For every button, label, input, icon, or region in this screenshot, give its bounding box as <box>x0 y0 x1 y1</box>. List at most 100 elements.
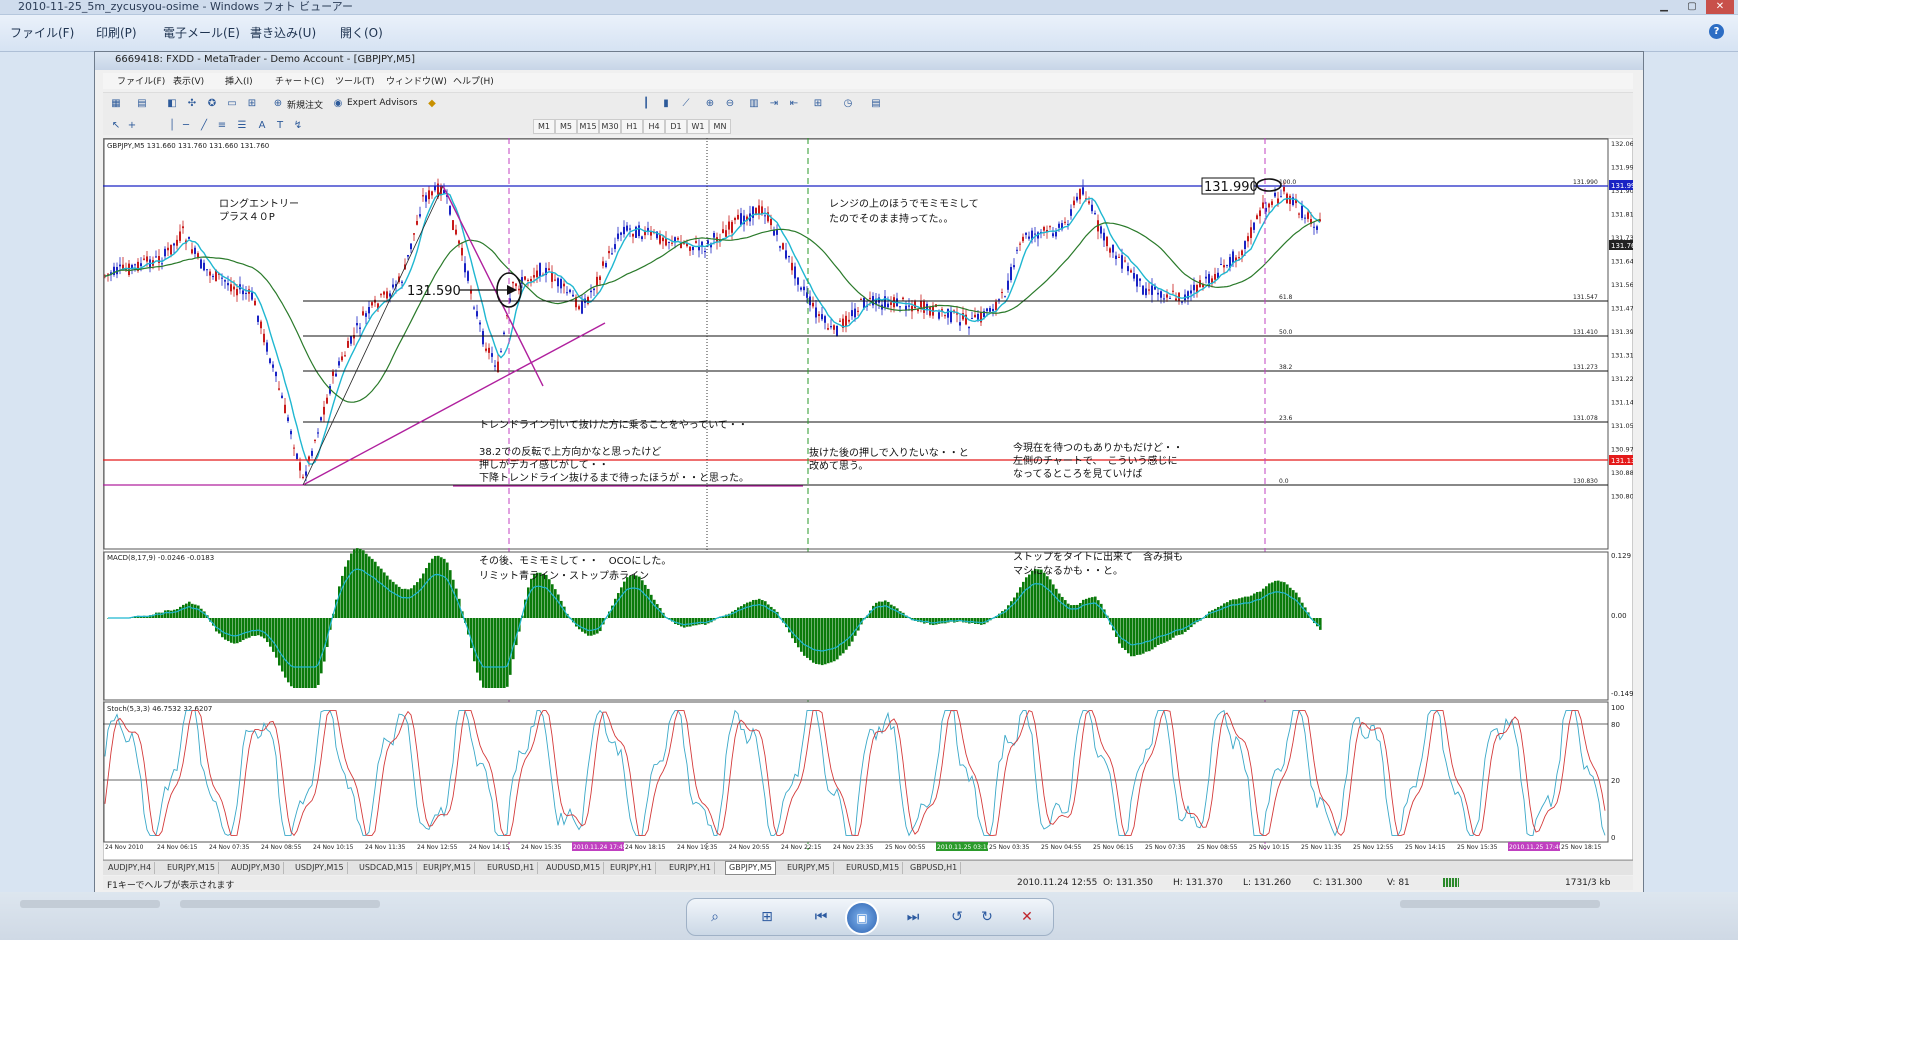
chart-tab-1[interactable]: EURJPY,M15 <box>164 862 219 874</box>
auto-scroll-icon[interactable]: ⇥ <box>767 97 781 110</box>
macd-bar <box>1280 581 1283 618</box>
chart-tab-11[interactable]: EURJPY,M5 <box>784 862 834 874</box>
help-icon[interactable]: ? <box>1709 24 1724 39</box>
next-icon[interactable]: ⏭ <box>903 909 923 925</box>
mt4-menu-view[interactable]: 表示(V) <box>173 74 204 87</box>
tf-m30[interactable]: M30 <box>599 119 621 134</box>
zoom-out-icon[interactable]: ⊖ <box>723 97 737 110</box>
fibonacci-icon[interactable]: ☰ <box>235 119 249 132</box>
text-label-icon[interactable]: T <box>273 119 287 132</box>
tf-w1[interactable]: W1 <box>687 119 709 134</box>
candle-chart-icon[interactable]: ▮ <box>659 97 673 110</box>
crosshair-icon[interactable]: + <box>125 119 139 132</box>
chart-tab-4[interactable]: USDCAD,M15 <box>356 862 417 874</box>
chart-tab-6[interactable]: EURUSD,H1 <box>484 862 539 874</box>
bar-chart-icon[interactable]: ┃ <box>639 97 653 110</box>
fit-window-icon[interactable]: ⊞ <box>757 909 777 925</box>
data-window-icon[interactable]: ✣ <box>185 97 199 110</box>
chart-tab-10[interactable]: GBPJPY,M5 <box>725 861 776 875</box>
rotate-left-icon[interactable]: ↺ <box>947 909 967 925</box>
delete-icon[interactable]: ✕ <box>1017 909 1037 925</box>
price-chart[interactable]: GBPJPY,M5 131.660 131.760 131.660 131.76… <box>103 138 1633 860</box>
profiles-icon[interactable]: ▤ <box>135 97 149 110</box>
macd-bar <box>1286 584 1289 618</box>
line-chart-icon[interactable]: ⟋ <box>679 97 693 110</box>
tf-d1[interactable]: D1 <box>665 119 687 134</box>
time-tick: 24 Nov 10:15 <box>313 844 354 851</box>
macd-bar <box>854 618 857 636</box>
templates-icon[interactable]: ▤ <box>869 97 883 110</box>
tf-m15[interactable]: M15 <box>577 119 599 134</box>
mt4-menu-file[interactable]: ファイル(F) <box>117 74 165 87</box>
chart-tab-3[interactable]: USDJPY,M15 <box>292 862 348 874</box>
candle-body <box>464 263 466 273</box>
mt4-menu-help[interactable]: ヘルプ(H) <box>453 74 494 87</box>
candle-body <box>1160 291 1162 298</box>
chart-tab-0[interactable]: AUDJPY,H4 <box>105 862 156 874</box>
chart-tab-7[interactable]: AUDUSD,M15 <box>543 862 605 874</box>
macd-bar <box>494 618 497 688</box>
horizontal-line-icon[interactable]: ─ <box>179 119 193 132</box>
terminal-icon[interactable]: ▭ <box>225 97 239 110</box>
expert-advisors-button[interactable]: Expert Advisors <box>347 98 417 108</box>
warning-icon[interactable]: ◆ <box>425 97 439 110</box>
chart-tab-12[interactable]: EURUSD,M15 <box>843 862 904 874</box>
mt4-menu-tools[interactable]: ツール(T) <box>335 74 375 87</box>
tester-icon[interactable]: ⊞ <box>245 97 259 110</box>
new-chart-icon[interactable]: ▦ <box>109 97 123 110</box>
chart-tab-13[interactable]: GBPUSD,H1 <box>907 862 962 874</box>
rotate-right-icon[interactable]: ↻ <box>977 909 997 925</box>
slideshow-icon[interactable]: ▣ <box>845 901 879 935</box>
chart-tab-9[interactable]: EURJPY,H1 <box>666 862 716 874</box>
macd-bar <box>188 601 191 618</box>
new-order-button[interactable]: 新規注文 <box>287 98 323 111</box>
minimize-icon[interactable]: ▁ <box>1650 0 1678 14</box>
chart-tab-8[interactable]: EURJPY,H1 <box>607 862 657 874</box>
tf-m1[interactable]: M1 <box>533 119 555 134</box>
candle-body <box>737 214 739 220</box>
text-icon[interactable]: A <box>255 119 269 132</box>
close-icon[interactable]: ✕ <box>1706 0 1734 14</box>
cursor-icon[interactable]: ↖ <box>109 119 123 132</box>
viewer-menu-file[interactable]: ファイル(F) <box>10 25 74 41</box>
mt4-menu-chart[interactable]: チャート(C) <box>275 74 324 87</box>
candle-body <box>146 256 148 262</box>
new-order-icon[interactable]: ⊕ <box>271 97 285 110</box>
candle-body <box>1247 236 1249 242</box>
candle-body <box>362 311 364 316</box>
viewer-menu-print[interactable]: 印刷(P) <box>96 25 137 41</box>
trendline-icon[interactable]: ╱ <box>197 119 211 132</box>
chart-tab-5[interactable]: EURJPY,M15 <box>420 862 475 874</box>
viewer-menu-burn[interactable]: 書き込み(U) <box>250 25 316 41</box>
mt4-menu-insert[interactable]: 挿入(I) <box>225 74 253 87</box>
navigator-icon[interactable]: ✪ <box>205 97 219 110</box>
previous-icon[interactable]: ⏮ <box>811 909 831 925</box>
expert-advisors-icon[interactable]: ◉ <box>331 97 345 110</box>
candle-body <box>950 310 952 323</box>
viewer-menu-email[interactable]: 電子メール(E) <box>163 25 240 41</box>
channel-icon[interactable]: ≡ <box>215 119 229 132</box>
macd-bar <box>1097 600 1100 618</box>
chart-shift-icon[interactable]: ⇤ <box>787 97 801 110</box>
periods-icon[interactable]: ◷ <box>841 97 855 110</box>
tf-mn[interactable]: MN <box>709 119 731 134</box>
market-watch-icon[interactable]: ◧ <box>165 97 179 110</box>
macd-bar <box>1064 600 1067 618</box>
chart-tab-2[interactable]: AUDJPY,M30 <box>228 862 285 874</box>
connection-icon <box>1443 878 1459 887</box>
macd-bar <box>1250 595 1253 618</box>
zoom-in-icon[interactable]: ⊕ <box>703 97 717 110</box>
vertical-line-icon[interactable]: │ <box>165 119 179 132</box>
indicators-icon[interactable]: ⊞ <box>811 97 825 110</box>
tile-windows-icon[interactable]: ▥ <box>747 97 761 110</box>
candle-body <box>281 395 283 399</box>
zoom-icon[interactable]: ⌕ <box>705 909 725 925</box>
arrows-icon[interactable]: ↯ <box>291 119 305 132</box>
mt4-menu-window[interactable]: ウィンドウ(W) <box>386 74 447 87</box>
tf-m5[interactable]: M5 <box>555 119 577 134</box>
maximize-icon[interactable]: ▢ <box>1678 0 1706 14</box>
candle-body <box>998 299 1000 301</box>
tf-h1[interactable]: H1 <box>621 119 643 134</box>
tf-h4[interactable]: H4 <box>643 119 665 134</box>
viewer-menu-open[interactable]: 開く(O) <box>340 25 383 41</box>
